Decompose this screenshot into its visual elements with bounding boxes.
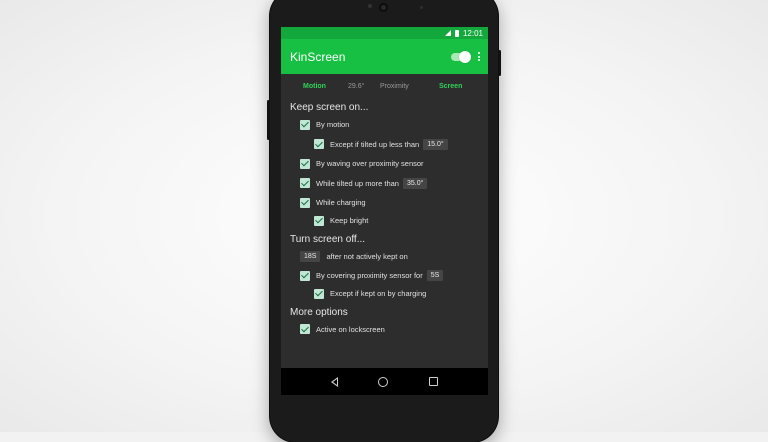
section-keep-on-header: Keep screen on...	[290, 102, 369, 113]
section-turn-off-header: Turn screen off...	[290, 233, 366, 245]
power-button	[498, 50, 501, 76]
signal-icon	[444, 30, 451, 36]
value-field[interactable]: 15.0°	[423, 138, 448, 150]
checkbox-checked-icon[interactable]	[300, 119, 310, 130]
overflow-menu-icon[interactable]	[478, 52, 480, 61]
app-title: KinScreen	[290, 49, 346, 64]
tab-motion[interactable]: Motion	[303, 83, 326, 90]
recents-icon[interactable]	[428, 377, 438, 386]
toggle-knob	[459, 50, 471, 63]
option-by-waving[interactable]: By waving over proximity sensor	[290, 154, 488, 174]
tab-angle-readout: 29.6°	[348, 83, 365, 90]
app-screen: 12:01 KinScreen Motion 29.6° Proximity S…	[281, 27, 488, 368]
sensor-tabs: Motion 29.6° Proximity Screen	[281, 74, 488, 99]
checkbox-checked-icon[interactable]	[314, 288, 324, 299]
checkbox-checked-icon[interactable]	[300, 324, 310, 335]
section-more-header: More options	[290, 306, 348, 318]
option-label: By waving over proximity sensor	[316, 159, 424, 169]
status-bar: 12:01	[281, 27, 488, 39]
option-label: Active on lockscreen	[316, 324, 385, 334]
option-active-lockscreen[interactable]: Active on lockscreen	[290, 320, 488, 340]
volume-button	[267, 100, 270, 140]
front-camera	[379, 3, 388, 12]
option-label: By covering proximity sensor for	[316, 271, 423, 281]
value-field[interactable]: 5S	[426, 270, 444, 282]
option-label: Except if tilted up less than	[330, 139, 420, 149]
value-field[interactable]: 18S	[300, 250, 321, 262]
app-bar: KinScreen	[281, 39, 488, 74]
enable-toggle[interactable]	[451, 50, 471, 63]
option-label: Keep bright	[330, 216, 369, 225]
battery-icon	[454, 29, 459, 37]
navigation-bar	[281, 368, 488, 395]
option-timeout: 18S after not actively kept on	[290, 247, 488, 267]
option-by-motion[interactable]: By motion	[290, 115, 488, 135]
proximity-sensor	[420, 6, 423, 9]
value-field[interactable]: 35.0°	[402, 177, 428, 189]
option-keep-bright[interactable]: Keep bright	[290, 213, 488, 229]
option-except-charging[interactable]: Except if kept on by charging	[290, 286, 488, 302]
checkbox-checked-icon[interactable]	[300, 158, 310, 169]
checkbox-checked-icon[interactable]	[300, 178, 310, 189]
option-while-tilted[interactable]: While tilted up more than 35.0°	[290, 174, 488, 194]
earpiece	[368, 4, 372, 8]
checkbox-checked-icon[interactable]	[314, 215, 324, 226]
checkbox-checked-icon[interactable]	[300, 270, 310, 281]
settings-list: Keep screen on... By motion Except if ti…	[281, 101, 488, 339]
option-label: By motion	[316, 120, 350, 130]
option-except-tilted[interactable]: Except if tilted up less than 15.0°	[290, 135, 488, 155]
option-while-charging[interactable]: While charging	[290, 193, 488, 213]
option-label: While tilted up more than	[316, 178, 399, 188]
home-icon[interactable]	[378, 376, 389, 387]
checkbox-checked-icon[interactable]	[314, 139, 324, 150]
option-label: Except if kept on by charging	[330, 289, 427, 298]
tab-proximity[interactable]: Proximity	[380, 83, 409, 90]
option-by-covering[interactable]: By covering proximity sensor for 5S	[290, 266, 488, 286]
tab-screen[interactable]: Screen	[439, 83, 462, 90]
status-time: 12:01	[462, 28, 483, 38]
option-label: after not actively kept on	[326, 251, 408, 261]
checkbox-checked-icon[interactable]	[300, 197, 310, 208]
back-icon[interactable]	[331, 376, 339, 387]
option-label: While charging	[316, 198, 366, 208]
